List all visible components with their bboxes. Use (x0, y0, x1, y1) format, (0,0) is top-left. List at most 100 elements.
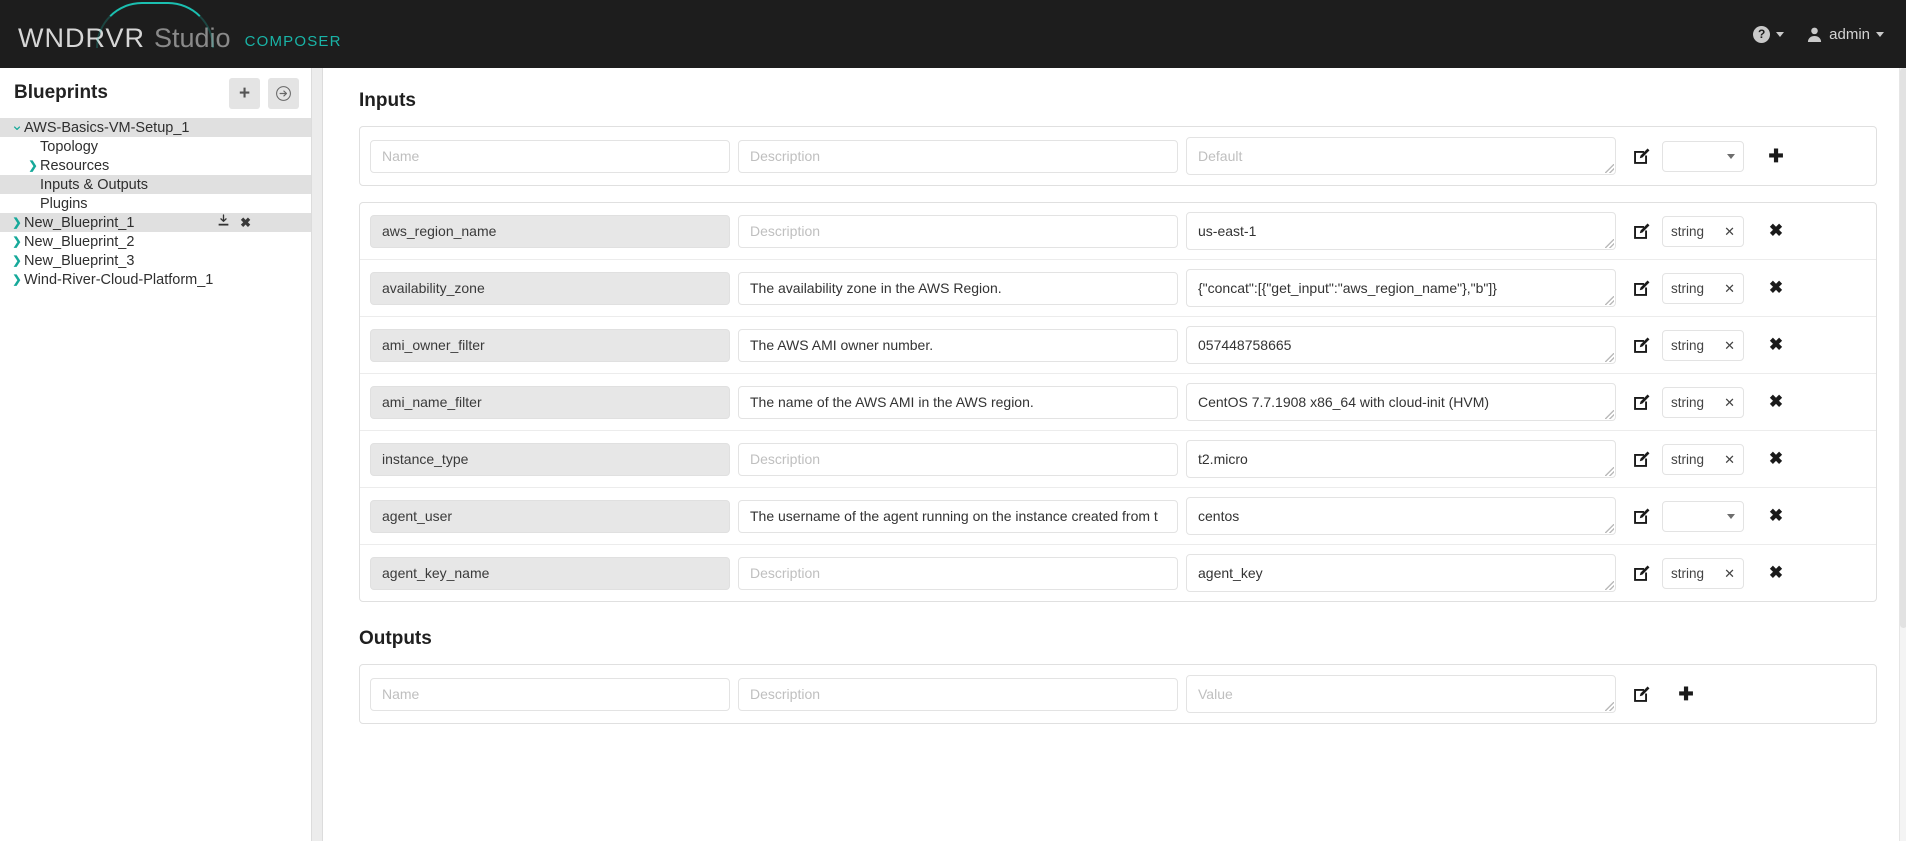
input-edit-button[interactable] (1630, 220, 1652, 242)
input-default-field[interactable] (1186, 269, 1616, 307)
input-type-select[interactable]: string ✕ (1662, 443, 1744, 475)
input-edit-button[interactable] (1630, 448, 1652, 470)
input-type-select[interactable]: string ✕ (1662, 329, 1744, 361)
input-type-value: string (1671, 565, 1705, 581)
tree-item-wind-river-cloud-platform-1[interactable]: ❯ Wind-River-Cloud-Platform_1 (0, 270, 311, 289)
chevron-right-icon[interactable]: ❯ (10, 254, 24, 267)
delete-input-button[interactable]: ✖ (1762, 559, 1790, 587)
pencil-square-icon (1633, 223, 1649, 239)
clear-icon[interactable]: ✕ (1724, 339, 1735, 352)
input-row: string ✕ ✖ (360, 260, 1876, 317)
add-output-button[interactable]: ✚ (1672, 680, 1700, 708)
chevron-right-icon[interactable]: ❯ (10, 273, 24, 286)
tree-item-resources[interactable]: ❯ Resources (0, 156, 311, 175)
tree-item-label: Plugins (40, 195, 88, 212)
new-output-description-field[interactable] (738, 677, 1178, 711)
input-default-field[interactable] (1186, 383, 1616, 421)
input-description-field[interactable] (738, 499, 1178, 533)
input-default-field[interactable] (1186, 554, 1616, 592)
tree-item-label: New_Blueprint_3 (24, 252, 135, 269)
input-description-field[interactable] (738, 328, 1178, 362)
input-name-field[interactable] (370, 271, 730, 305)
sidebar-splitter[interactable] (311, 68, 323, 841)
inputs-new-panel: ✚ (359, 126, 1877, 186)
input-type-select[interactable]: string ✕ (1662, 557, 1744, 589)
new-input-edit-button[interactable] (1630, 145, 1652, 167)
input-name-field[interactable] (370, 214, 730, 248)
input-edit-button[interactable] (1630, 391, 1652, 413)
input-name-field[interactable] (370, 385, 730, 419)
input-name-field[interactable] (370, 499, 730, 533)
input-row: string ✕ ✖ (360, 545, 1876, 601)
tree-item-new-blueprint-3[interactable]: ❯ New_Blueprint_3 (0, 251, 311, 270)
help-menu[interactable]: ? (1753, 25, 1785, 43)
clear-icon[interactable]: ✕ (1724, 567, 1735, 580)
close-icon[interactable]: ✖ (240, 216, 251, 229)
tree-item-inputs-outputs[interactable]: Inputs & Outputs (0, 175, 311, 194)
pencil-square-icon (1633, 337, 1649, 353)
page-scrollbar[interactable] (1899, 68, 1906, 841)
logo-arc-icon (96, 2, 214, 48)
input-name-field[interactable] (370, 442, 730, 476)
tree-item-aws-basics-vm-setup-1[interactable]: ⌄ AWS-Basics-VM-Setup_1 (0, 116, 311, 137)
chevron-right-icon[interactable]: ❯ (10, 216, 24, 229)
clear-icon[interactable]: ✕ (1724, 396, 1735, 409)
input-name-field[interactable] (370, 556, 730, 590)
close-icon: ✖ (1768, 278, 1784, 297)
clear-icon[interactable]: ✕ (1724, 453, 1735, 466)
new-input-description-field[interactable] (738, 139, 1178, 173)
import-blueprint-button[interactable] (268, 77, 299, 109)
new-input-default-field[interactable] (1186, 137, 1616, 175)
tree-item-topology[interactable]: Topology (0, 137, 311, 156)
user-menu[interactable]: admin (1806, 26, 1884, 43)
pencil-square-icon (1633, 686, 1649, 702)
new-output-edit-button[interactable] (1630, 683, 1652, 705)
new-input-type-select[interactable] (1662, 140, 1744, 172)
delete-input-button[interactable]: ✖ (1762, 502, 1790, 530)
chevron-down-icon (1776, 31, 1785, 37)
add-blueprint-button[interactable]: + (229, 77, 260, 109)
input-edit-button[interactable] (1630, 277, 1652, 299)
new-output-value-field[interactable] (1186, 675, 1616, 713)
scrollbar-thumb[interactable] (1900, 68, 1906, 628)
input-default-wrapper (1186, 440, 1616, 478)
chevron-down-icon[interactable]: ⌄ (10, 116, 24, 134)
download-icon[interactable] (217, 214, 230, 231)
delete-input-button[interactable]: ✖ (1762, 274, 1790, 302)
clear-icon[interactable]: ✕ (1724, 225, 1735, 238)
delete-input-button[interactable]: ✖ (1762, 388, 1790, 416)
input-type-select[interactable] (1662, 500, 1744, 532)
outputs-new-panel: ✚ (359, 664, 1877, 724)
input-default-field[interactable] (1186, 440, 1616, 478)
clear-icon[interactable]: ✕ (1724, 282, 1735, 295)
input-type-select[interactable]: string ✕ (1662, 215, 1744, 247)
delete-input-button[interactable]: ✖ (1762, 445, 1790, 473)
chevron-right-icon[interactable]: ❯ (10, 235, 24, 248)
input-type-select[interactable]: string ✕ (1662, 386, 1744, 418)
input-description-field[interactable] (738, 556, 1178, 590)
tree-item-new-blueprint-1[interactable]: ❯ New_Blueprint_1 ✖ (0, 213, 311, 232)
input-description-field[interactable] (738, 385, 1178, 419)
input-row: string ✕ ✖ (360, 374, 1876, 431)
input-default-field[interactable] (1186, 212, 1616, 250)
input-name-field[interactable] (370, 328, 730, 362)
delete-input-button[interactable]: ✖ (1762, 331, 1790, 359)
new-input-name-field[interactable] (370, 139, 730, 173)
delete-input-button[interactable]: ✖ (1762, 217, 1790, 245)
input-default-field[interactable] (1186, 326, 1616, 364)
add-input-button[interactable]: ✚ (1762, 142, 1790, 170)
input-edit-button[interactable] (1630, 334, 1652, 356)
tree-item-new-blueprint-2[interactable]: ❯ New_Blueprint_2 (0, 232, 311, 251)
new-output-name-field[interactable] (370, 677, 730, 711)
input-edit-button[interactable] (1630, 505, 1652, 527)
input-default-field[interactable] (1186, 497, 1616, 535)
input-description-field[interactable] (738, 271, 1178, 305)
pencil-square-icon (1633, 451, 1649, 467)
chevron-right-icon[interactable]: ❯ (26, 159, 40, 172)
input-edit-button[interactable] (1630, 562, 1652, 584)
input-description-field[interactable] (738, 442, 1178, 476)
input-description-field[interactable] (738, 214, 1178, 248)
input-type-select[interactable]: string ✕ (1662, 272, 1744, 304)
tree-item-plugins[interactable]: Plugins (0, 194, 311, 213)
chevron-down-icon (1727, 153, 1735, 159)
